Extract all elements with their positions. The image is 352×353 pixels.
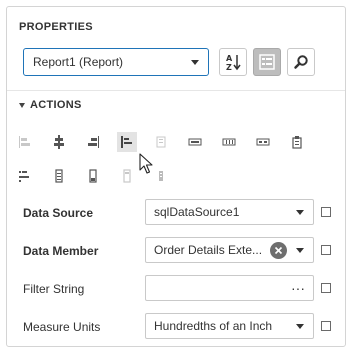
center-horizontally-icon[interactable] [287, 132, 307, 152]
make-same-width-icon[interactable] [185, 132, 205, 152]
filter-string-checkbox[interactable] [321, 283, 331, 293]
data-source-select[interactable]: sqlDataSource1 [145, 199, 314, 225]
actions-title: ACTIONS [30, 99, 82, 111]
align-to-grid-icon[interactable] [117, 132, 137, 152]
measure-units-checkbox[interactable] [321, 321, 331, 331]
component-selector-value: Report1 (Report) [33, 55, 124, 69]
align-centers-icon[interactable] [49, 132, 69, 152]
row-label-data-source: Data Source [23, 206, 94, 220]
row-label-data-member: Data Member [23, 244, 99, 258]
collapse-triangle-icon [19, 102, 25, 108]
row-label-measure-units: Measure Units [23, 320, 101, 334]
svg-text:Z: Z [226, 63, 232, 72]
align-middles-icon[interactable] [49, 166, 69, 186]
filter-string-field[interactable]: ··· [145, 275, 314, 301]
align-right-edges-icon[interactable] [83, 132, 103, 152]
categorized-icon [259, 54, 275, 70]
categorized-view-button[interactable] [253, 48, 281, 76]
properties-title: PROPERTIES [19, 21, 93, 33]
search-icon [294, 55, 308, 69]
size-to-grid-icon[interactable] [151, 132, 171, 152]
data-source-checkbox[interactable] [321, 207, 331, 217]
data-member-value: Order Details Exte... [154, 243, 263, 257]
make-same-height-icon[interactable] [219, 132, 239, 152]
component-selector[interactable]: Report1 (Report) [23, 48, 209, 76]
row-label-filter-string: Filter String [23, 282, 85, 296]
chevron-down-icon [191, 59, 199, 65]
align-left-edges-icon[interactable] [15, 132, 35, 152]
data-member-select[interactable]: Order Details Exte... [145, 237, 314, 263]
align-bottoms-icon[interactable] [83, 166, 103, 186]
data-source-value: sqlDataSource1 [154, 205, 240, 219]
svg-text:A: A [226, 54, 233, 63]
make-same-size-icon[interactable] [253, 132, 273, 152]
actions-section-header[interactable]: ACTIONS [19, 99, 82, 111]
measure-units-select[interactable]: Hundredths of an Inch [145, 313, 314, 339]
chevron-down-icon[interactable] [296, 323, 304, 329]
search-button[interactable] [287, 48, 315, 76]
chevron-down-icon[interactable] [296, 209, 304, 215]
chevron-down-icon[interactable] [296, 247, 304, 253]
data-member-checkbox[interactable] [321, 245, 331, 255]
align-tops-icon[interactable] [15, 166, 35, 186]
sort-alphabetically-button[interactable]: A Z [219, 48, 247, 76]
properties-panel: PROPERTIES Report1 (Report) A Z ACTIONS [6, 6, 346, 347]
ellipsis-icon[interactable]: ··· [291, 281, 305, 295]
clear-icon[interactable] [270, 241, 287, 259]
sort-alphabetical-icon: A Z [226, 54, 241, 72]
send-to-back-icon[interactable] [151, 166, 171, 186]
mouse-cursor-icon [139, 153, 153, 174]
measure-units-value: Hundredths of an Inch [154, 319, 273, 333]
bring-to-front-icon[interactable] [117, 166, 137, 186]
section-divider [7, 90, 345, 91]
